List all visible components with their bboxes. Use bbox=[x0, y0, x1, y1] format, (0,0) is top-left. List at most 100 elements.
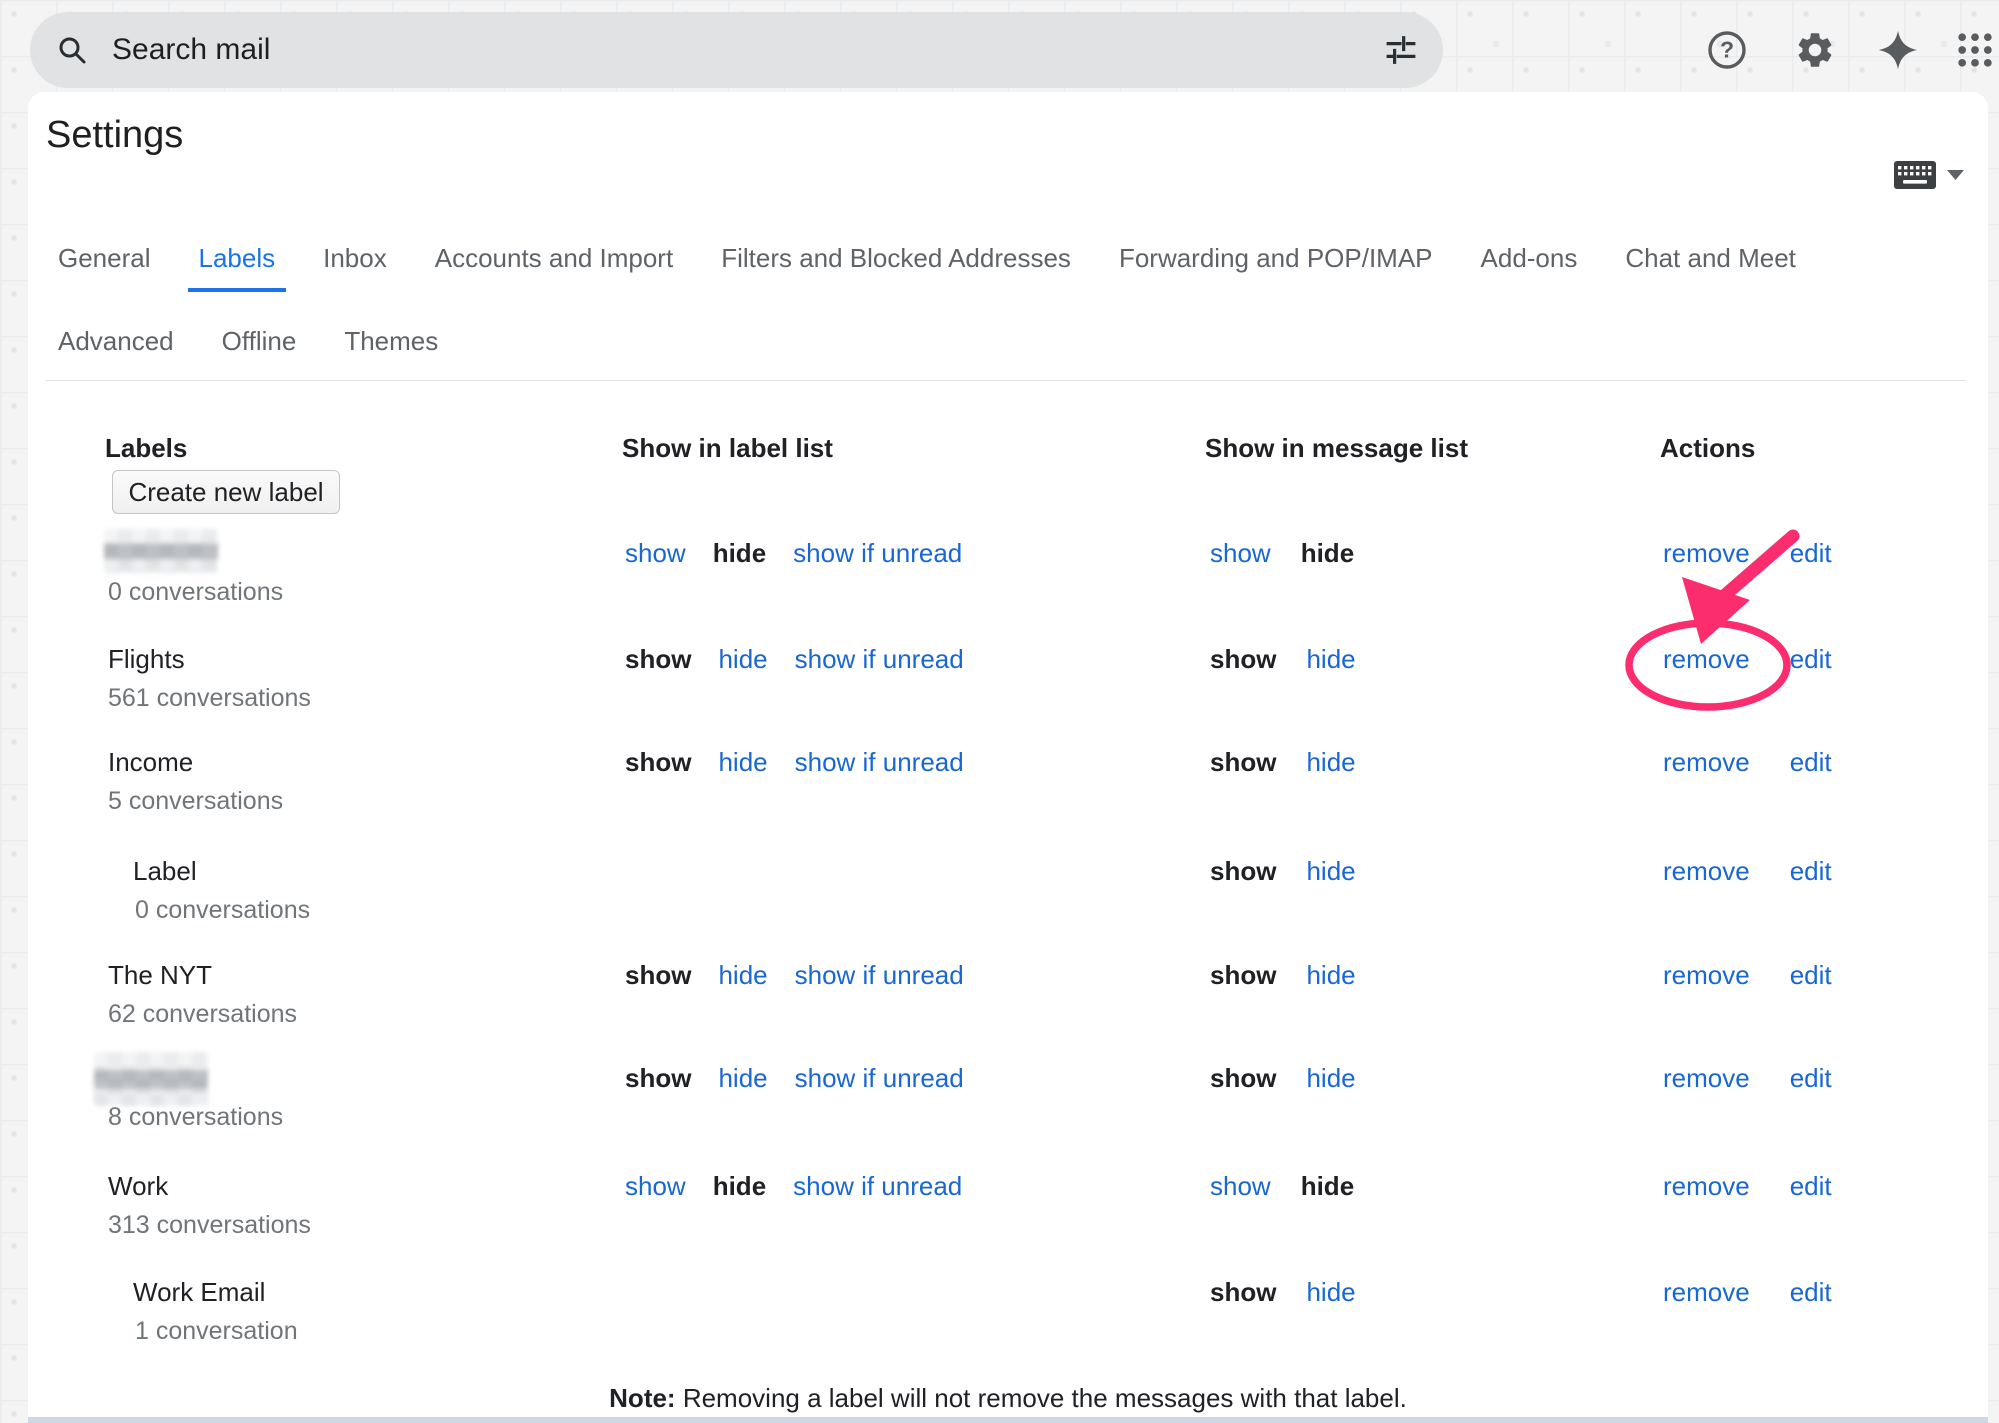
gmail-settings-labels-page: { "colors": { "tab_active_blue": "#1a73e… bbox=[0, 0, 1999, 1423]
page-title: Settings bbox=[46, 110, 183, 160]
flights-message-list-show[interactable]: show bbox=[1210, 641, 1276, 677]
redacted-label-0-action-remove[interactable]: remove bbox=[1663, 535, 1750, 571]
flights-label-list-hide[interactable]: hide bbox=[718, 641, 767, 677]
work-label-list-show-if-unread[interactable]: show if unread bbox=[793, 1168, 962, 1204]
the-nyt-message-list-hide[interactable]: hide bbox=[1306, 957, 1355, 993]
help-button[interactable]: ? bbox=[1703, 26, 1751, 74]
redacted-label-5-conversation-count: 8 conversations bbox=[108, 1102, 283, 1132]
tab-advanced[interactable]: Advanced bbox=[47, 325, 185, 375]
search-input[interactable] bbox=[112, 33, 1385, 67]
the-nyt-label-name: The NYT bbox=[108, 957, 212, 993]
redacted-label-0-label-list-hide[interactable]: hide bbox=[713, 535, 766, 571]
the-nyt-label-list-hide[interactable]: hide bbox=[718, 957, 767, 993]
label-action-edit[interactable]: edit bbox=[1790, 853, 1832, 889]
income-message-list-hide[interactable]: hide bbox=[1306, 744, 1355, 780]
redacted-label-5-label-list-hide[interactable]: hide bbox=[718, 1060, 767, 1096]
income-label-list-show-if-unread[interactable]: show if unread bbox=[795, 744, 964, 780]
work-action-remove[interactable]: remove bbox=[1663, 1168, 1750, 1204]
keyboard-icon bbox=[1893, 160, 1937, 190]
column-header-label-list: Show in label list bbox=[622, 432, 833, 464]
input-tools-selector[interactable] bbox=[1893, 158, 1969, 192]
label-row-redacted-label-0: 0 conversationsshowhideshow if unreadsho… bbox=[0, 535, 1999, 615]
redacted-label-0-redacted-name bbox=[104, 529, 218, 573]
label-row-work: Work 313 conversations show hide show if unr… bbox=[0, 1168, 1999, 1248]
sparkle-icon bbox=[1877, 29, 1919, 71]
redacted-label-0-action-edit[interactable]: edit bbox=[1790, 535, 1832, 571]
the-nyt-action-edit[interactable]: edit bbox=[1790, 957, 1832, 993]
work-email-message-list-hide[interactable]: hide bbox=[1306, 1274, 1355, 1310]
flights-label-list-show-if-unread[interactable]: show if unread bbox=[795, 641, 964, 677]
tab-themes[interactable]: Themes bbox=[333, 325, 449, 375]
gear-icon bbox=[1794, 29, 1836, 71]
redacted-label-5-action-edit[interactable]: edit bbox=[1790, 1060, 1832, 1096]
work-label-name: Work bbox=[108, 1168, 168, 1204]
tab-inbox[interactable]: Inbox bbox=[312, 242, 398, 292]
redacted-label-0-label-list-show[interactable]: show bbox=[625, 535, 686, 571]
work-action-edit[interactable]: edit bbox=[1790, 1168, 1832, 1204]
income-conversation-count: 5 conversations bbox=[108, 786, 283, 816]
flights-message-list-hide[interactable]: hide bbox=[1306, 641, 1355, 677]
column-header-labels: Labels bbox=[105, 432, 187, 464]
income-action-edit[interactable]: edit bbox=[1790, 744, 1832, 780]
the-nyt-label-list-show-if-unread[interactable]: show if unread bbox=[795, 957, 964, 993]
settings-button[interactable] bbox=[1791, 26, 1839, 74]
work-email-conversation-count: 1 conversation bbox=[135, 1316, 298, 1346]
work-email-action-remove[interactable]: remove bbox=[1663, 1274, 1750, 1310]
label-row-the-nyt: The NYT 62 conversations show hide show if u… bbox=[0, 957, 1999, 1037]
label-row-redacted-label-5: 8 conversations show hide show if unread sho… bbox=[0, 1060, 1999, 1140]
label-message-list-hide[interactable]: hide bbox=[1306, 853, 1355, 889]
work-conversation-count: 313 conversations bbox=[108, 1210, 311, 1240]
label-row-work-email: Work Email1 conversationshowhideremoveed… bbox=[0, 1274, 1999, 1354]
create-new-label-button[interactable]: Create new label bbox=[112, 470, 340, 514]
settings-tabs-row1: General Labels Inbox Accounts and Import Fil… bbox=[47, 242, 1807, 292]
help-icon: ? bbox=[1706, 29, 1748, 71]
redacted-label-5-action-remove[interactable]: remove bbox=[1663, 1060, 1750, 1096]
label-row-label: Label 0 conversations show hide remove edit bbox=[0, 853, 1999, 933]
note-text: Note: Removing a label will not remove t… bbox=[28, 1382, 1988, 1414]
search-bar[interactable] bbox=[30, 12, 1443, 88]
tab-general[interactable]: General bbox=[47, 242, 162, 292]
the-nyt-message-list-show[interactable]: show bbox=[1210, 957, 1276, 993]
redacted-label-5-message-list-show[interactable]: show bbox=[1210, 1060, 1276, 1096]
work-message-list-show[interactable]: show bbox=[1210, 1168, 1271, 1204]
work-email-action-edit[interactable]: edit bbox=[1790, 1274, 1832, 1310]
label-conversation-count: 0 conversations bbox=[135, 895, 310, 925]
income-message-list-show[interactable]: show bbox=[1210, 744, 1276, 780]
the-nyt-label-list-show[interactable]: show bbox=[625, 957, 691, 993]
apps-grid-icon bbox=[1953, 28, 1997, 72]
work-message-list-hide[interactable]: hide bbox=[1301, 1168, 1354, 1204]
tab-labels[interactable]: Labels bbox=[188, 242, 287, 292]
label-row-income: Income5 conversationsshowhideshow if unr… bbox=[0, 744, 1999, 824]
income-label-list-show[interactable]: show bbox=[625, 744, 691, 780]
flights-action-remove[interactable]: remove bbox=[1663, 641, 1750, 677]
redacted-label-5-label-list-show[interactable]: show bbox=[625, 1060, 691, 1096]
google-apps-button[interactable] bbox=[1951, 26, 1999, 74]
tab-chat-and-meet[interactable]: Chat and Meet bbox=[1614, 242, 1807, 292]
label-action-remove[interactable]: remove bbox=[1663, 853, 1750, 889]
work-label-list-hide[interactable]: hide bbox=[713, 1168, 766, 1204]
redacted-label-0-message-list-show[interactable]: show bbox=[1210, 535, 1271, 571]
tab-accounts-and-import[interactable]: Accounts and Import bbox=[424, 242, 684, 292]
tab-offline[interactable]: Offline bbox=[211, 325, 308, 375]
tab-forwarding-and-pop-imap[interactable]: Forwarding and POP/IMAP bbox=[1108, 242, 1444, 292]
redacted-label-0-label-list-show-if-unread[interactable]: show if unread bbox=[793, 535, 962, 571]
label-label-name: Label bbox=[133, 853, 197, 889]
gemini-button[interactable] bbox=[1874, 26, 1922, 74]
tune-icon[interactable] bbox=[1385, 34, 1417, 66]
work-email-message-list-show[interactable]: show bbox=[1210, 1274, 1276, 1310]
income-action-remove[interactable]: remove bbox=[1663, 744, 1750, 780]
redacted-label-5-message-list-hide[interactable]: hide bbox=[1306, 1060, 1355, 1096]
income-label-list-hide[interactable]: hide bbox=[718, 744, 767, 780]
the-nyt-conversation-count: 62 conversations bbox=[108, 999, 297, 1029]
tab-add-ons[interactable]: Add-ons bbox=[1470, 242, 1589, 292]
the-nyt-action-remove[interactable]: remove bbox=[1663, 957, 1750, 993]
redacted-label-5-label-list-show-if-unread[interactable]: show if unread bbox=[795, 1060, 964, 1096]
search-icon[interactable] bbox=[56, 34, 88, 66]
flights-label-name: Flights bbox=[108, 641, 185, 677]
flights-label-list-show[interactable]: show bbox=[625, 641, 691, 677]
work-label-list-show[interactable]: show bbox=[625, 1168, 686, 1204]
redacted-label-0-message-list-hide[interactable]: hide bbox=[1301, 535, 1354, 571]
tab-filters-and-blocked-addresses[interactable]: Filters and Blocked Addresses bbox=[710, 242, 1082, 292]
flights-action-edit[interactable]: edit bbox=[1790, 641, 1832, 677]
label-message-list-show[interactable]: show bbox=[1210, 853, 1276, 889]
